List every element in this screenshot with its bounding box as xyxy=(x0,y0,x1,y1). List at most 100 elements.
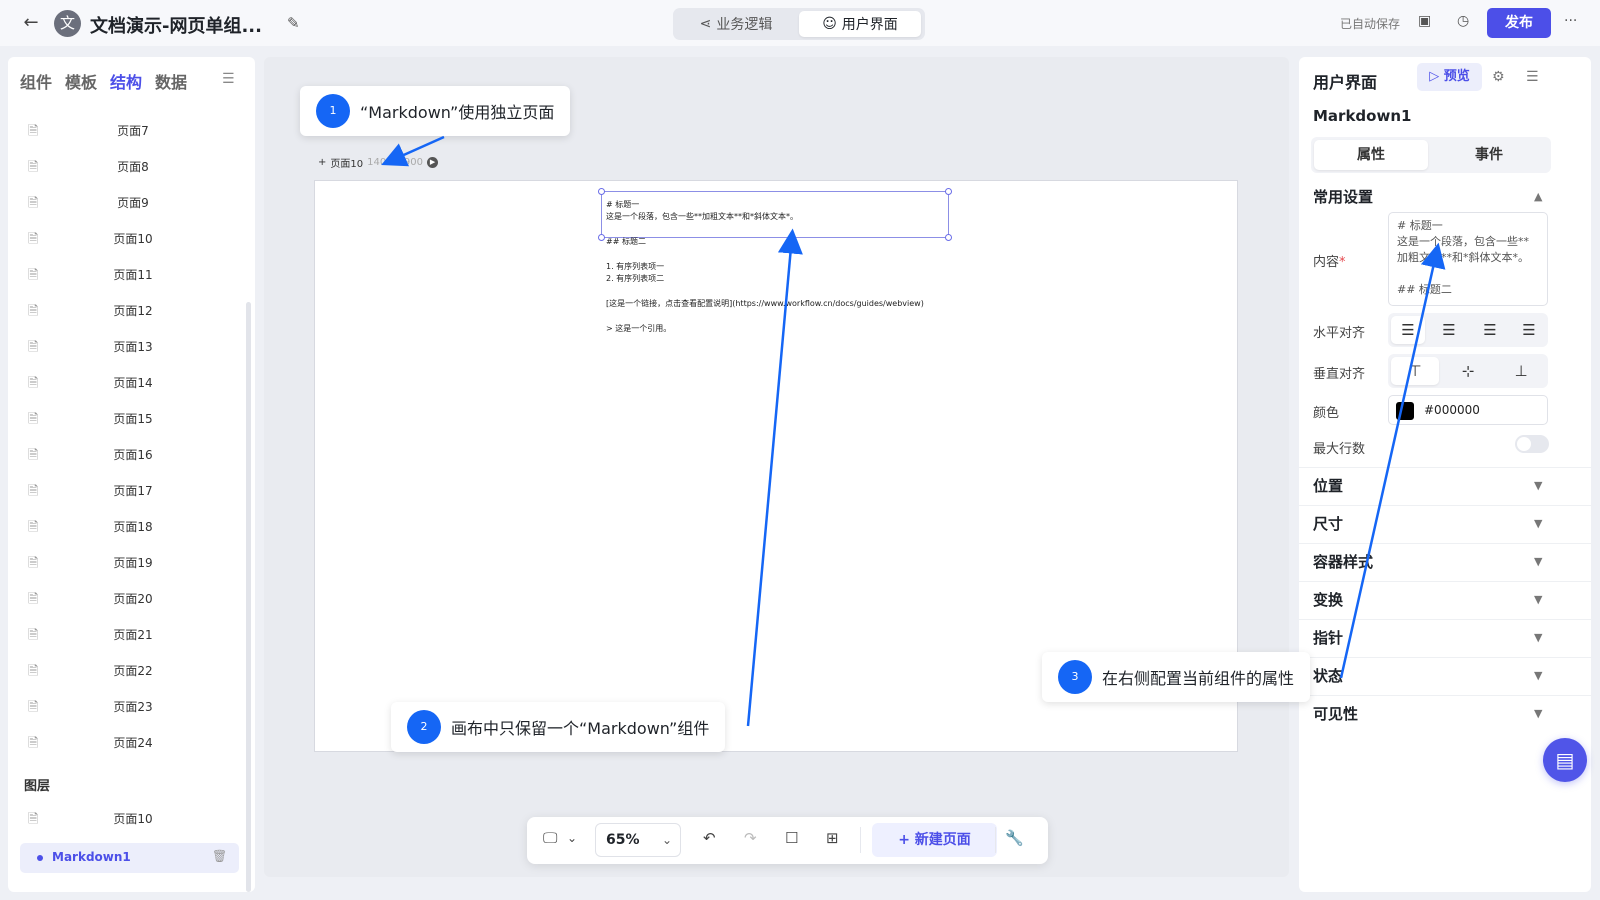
page-list-item[interactable]: 🗎 页面16 xyxy=(8,436,243,472)
tab-data[interactable]: 数据 xyxy=(155,69,187,93)
color-swatch[interactable] xyxy=(1396,402,1414,420)
redo-icon[interactable]: ↷ xyxy=(744,829,757,847)
undo-icon[interactable]: ↶ xyxy=(703,829,716,847)
frame-icon[interactable]: ☐ xyxy=(785,829,798,847)
tab-events[interactable]: 事件 xyxy=(1432,140,1546,170)
page-list-item[interactable]: 🗎 页面23 xyxy=(8,688,243,724)
page-list-item[interactable]: 🗎 页面17 xyxy=(8,472,243,508)
device-monitor-icon[interactable]: 🖵 xyxy=(543,829,557,847)
resize-handle[interactable] xyxy=(598,188,605,195)
chevron-up-icon[interactable]: ▲ xyxy=(1534,190,1542,203)
document-icon: 🗎 xyxy=(28,340,39,355)
chevron-down-icon[interactable]: ▼ xyxy=(1534,631,1542,644)
section-header[interactable]: 指针 xyxy=(1313,627,1343,648)
tab-business-logic[interactable]: ⋖ 业务逻辑 xyxy=(677,11,795,37)
history-icon[interactable]: ◷ xyxy=(1457,13,1469,29)
align-justify-icon[interactable]: ☰ xyxy=(1512,316,1546,344)
page-list-item[interactable]: 🗎 页面15 xyxy=(8,400,243,436)
page-list-item-label: 页面15 xyxy=(113,412,153,426)
assistant-float-icon[interactable]: ▤ xyxy=(1543,738,1587,782)
page-list-item[interactable]: 🗎 页面9 xyxy=(8,184,243,220)
chevron-down-icon[interactable]: ▼ xyxy=(1534,593,1542,606)
toolbar-divider xyxy=(860,827,861,853)
page-list-item-label: 页面11 xyxy=(113,268,153,282)
page-list-item[interactable]: 🗎 页面24 xyxy=(8,724,243,760)
settings-gear-icon[interactable]: ⚙ xyxy=(1492,69,1505,85)
chevron-down-icon[interactable]: ⌄ xyxy=(567,831,577,845)
tab-structure[interactable]: 结构 xyxy=(110,69,142,93)
preview-label: 预览 xyxy=(1443,69,1470,84)
page-list-item[interactable]: 🗎 页面12 xyxy=(8,292,243,328)
content-textarea[interactable]: # 标题一 这是一个段落，包含一些**加粗文本**和*斜体文本*。 ## 标题二 xyxy=(1388,212,1548,306)
layer-page-item[interactable]: 🗎 页面10 xyxy=(8,802,243,834)
page-list-item[interactable]: 🗎 页面7 xyxy=(8,112,243,148)
tab-components[interactable]: 组件 xyxy=(20,69,52,93)
align-center-icon[interactable]: ☰ xyxy=(1432,316,1466,344)
new-page-button[interactable]: + 新建页面 xyxy=(872,823,997,857)
page-list-item[interactable]: 🗎 页面18 xyxy=(8,508,243,544)
tab-user-interface[interactable]: ☺ 用户界面 xyxy=(799,11,921,37)
app-avatar: 文 xyxy=(54,10,81,37)
section-header[interactable]: 变换 xyxy=(1313,589,1343,610)
section-header[interactable]: 容器样式 xyxy=(1313,551,1373,572)
page-list-item[interactable]: 🗎 页面19 xyxy=(8,544,243,580)
page-list-item-label: 页面12 xyxy=(113,304,153,318)
color-field[interactable]: #000000 xyxy=(1388,395,1548,425)
preview-button[interactable]: ▷ 预览 xyxy=(1417,63,1482,91)
top-bar: ← 文 文档演示-网页单组... ✎ ⋖ 业务逻辑 ☺ 用户界面 已自动保存 ▣… xyxy=(0,0,1600,46)
tab-attributes[interactable]: 属性 xyxy=(1314,140,1428,170)
page-tag[interactable]: + 页面10 1400 * 900 ▶ xyxy=(318,155,439,170)
resize-handle[interactable] xyxy=(945,188,952,195)
back-arrow-icon[interactable]: ← xyxy=(20,12,42,34)
tab-templates[interactable]: 模板 xyxy=(65,69,97,93)
section-header[interactable]: 可见性 xyxy=(1313,703,1358,724)
document-icon: 🗎 xyxy=(28,448,39,463)
page-list-item[interactable]: 🗎 页面20 xyxy=(8,580,243,616)
layer-markdown-label: Markdown1 xyxy=(52,850,131,864)
valign-middle-icon[interactable]: ⊹ xyxy=(1444,357,1492,385)
chevron-down-icon[interactable]: ▼ xyxy=(1534,555,1542,568)
wrench-icon[interactable]: 🔧 xyxy=(1005,829,1024,847)
document-icon: 🗎 xyxy=(28,124,39,139)
max-lines-toggle[interactable] xyxy=(1515,435,1549,453)
section-header[interactable]: 尺寸 xyxy=(1313,513,1343,534)
document-icon: 🗎 xyxy=(28,484,39,499)
page-list-scrollbar[interactable] xyxy=(246,302,251,892)
section-divider xyxy=(1299,695,1591,696)
page-list-item-label: 页面21 xyxy=(113,628,153,642)
chevron-down-icon[interactable]: ▼ xyxy=(1534,479,1542,492)
document-icon: 🗎 xyxy=(28,304,39,319)
section-header[interactable]: 状态 xyxy=(1313,665,1343,686)
edit-pencil-icon[interactable]: ✎ xyxy=(287,14,300,32)
align-right-icon[interactable]: ☰ xyxy=(1473,316,1507,344)
zoom-select[interactable]: 65% ⌄ xyxy=(595,823,681,857)
page-list-item[interactable]: 🗎 页面8 xyxy=(8,148,243,184)
section-common-settings[interactable]: 常用设置 xyxy=(1313,186,1373,207)
page-list-item[interactable]: 🗎 页面10 xyxy=(8,220,243,256)
valign-top-icon[interactable]: ⊤ xyxy=(1391,357,1439,385)
collapse-panel-icon[interactable]: ☰ xyxy=(222,71,235,87)
chevron-down-icon[interactable]: ▼ xyxy=(1534,669,1542,682)
publish-button[interactable]: 发布 xyxy=(1487,8,1551,38)
collapse-panel-icon[interactable]: ☰ xyxy=(1526,69,1539,85)
save-icon[interactable]: ▣ xyxy=(1418,13,1431,29)
section-header[interactable]: 位置 xyxy=(1313,475,1343,496)
page-list-item[interactable]: 🗎 页面22 xyxy=(8,652,243,688)
resize-handle[interactable] xyxy=(598,234,605,241)
resize-handle[interactable] xyxy=(945,234,952,241)
play-icon[interactable]: ▶ xyxy=(427,157,439,168)
delete-icon[interactable]: 🗑 xyxy=(212,849,227,863)
grid-icon[interactable]: ⊞ xyxy=(826,829,839,847)
page-list-item[interactable]: 🗎 页面13 xyxy=(8,328,243,364)
layer-markdown-item[interactable]: Markdown1 🗑 xyxy=(20,843,239,873)
valign-bottom-icon[interactable]: ⊥ xyxy=(1497,357,1545,385)
chevron-down-icon[interactable]: ▼ xyxy=(1534,517,1542,530)
page-list-item[interactable]: 🗎 页面14 xyxy=(8,364,243,400)
page-list-item[interactable]: 🗎 页面21 xyxy=(8,616,243,652)
page-list-item[interactable]: 🗎 页面11 xyxy=(8,256,243,292)
document-icon: 🗎 xyxy=(28,520,39,535)
chevron-down-icon[interactable]: ▼ xyxy=(1534,707,1542,720)
h-align-group: ☰ ☰ ☰ ☰ xyxy=(1388,313,1548,347)
more-options-icon[interactable]: ··· xyxy=(1564,13,1577,29)
align-left-icon[interactable]: ☰ xyxy=(1391,316,1425,344)
